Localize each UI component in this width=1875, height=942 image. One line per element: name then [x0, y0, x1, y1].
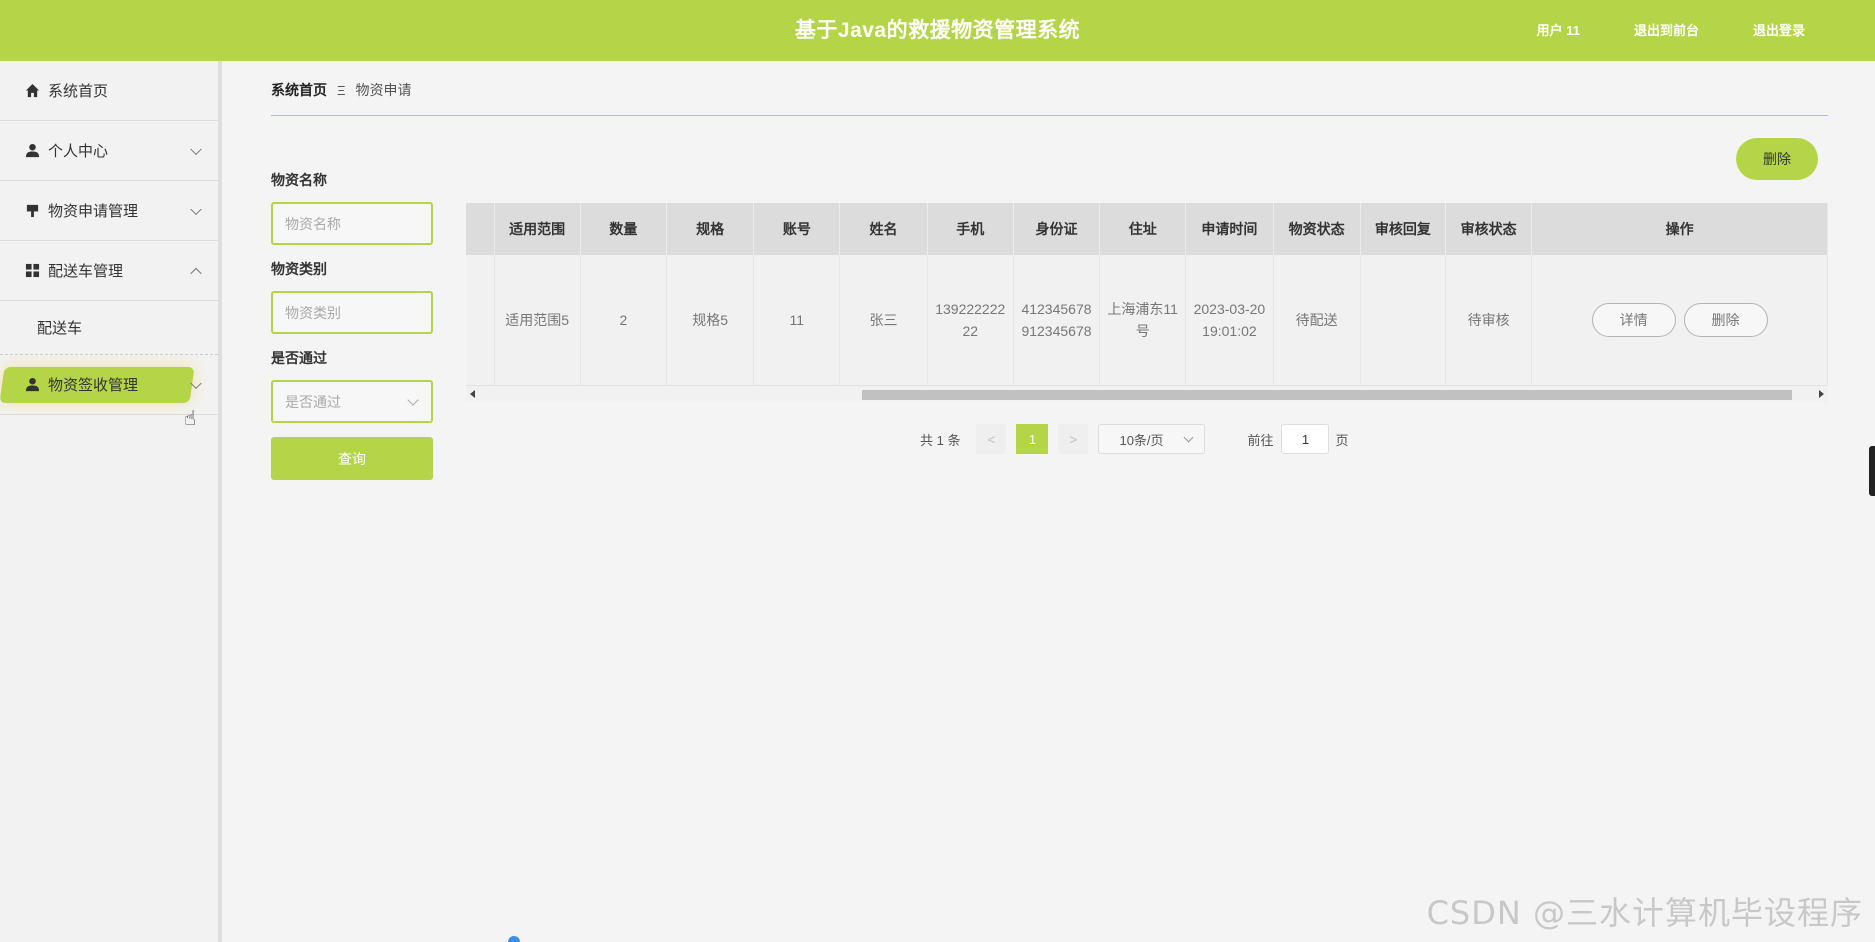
cell-idcard: 412345678912345678 [1013, 255, 1101, 385]
cell-scope: 适用范围5 [494, 255, 581, 385]
page-unit-label: 页 [1335, 432, 1349, 448]
pass-select-value: 是否通过 [285, 393, 341, 410]
header-links: 用户 11 退出到前台 退出登录 [1537, 20, 1805, 39]
cell-status: 待配送 [1273, 255, 1361, 385]
home-icon [24, 83, 40, 99]
select-column-header[interactable] [466, 203, 495, 255]
prev-page-button[interactable]: < [976, 424, 1007, 454]
sidebar-item-delivery-vehicle[interactable]: 配送车管理 [0, 241, 218, 301]
breadcrumb-home[interactable]: 系统首页 [271, 80, 327, 100]
cell-address: 上海浦东11号 [1099, 255, 1187, 385]
chevron-down-icon [1184, 432, 1194, 443]
cell-phone: 13922222222 [927, 255, 1014, 385]
top-header: 基于Java的救援物资管理系统 用户 11 退出到前台 退出登录 [0, 0, 1875, 61]
cell-reply [1360, 255, 1446, 385]
pass-label: 是否通过 [271, 350, 327, 366]
chevron-down-icon [407, 394, 419, 406]
sidebar-item-personal-center[interactable]: 个人中心 [0, 121, 218, 181]
flag-icon [24, 203, 40, 219]
user-link[interactable]: 用户 11 [1537, 20, 1580, 39]
horizontal-scrollbar[interactable] [466, 385, 1828, 402]
page-size-select[interactable]: 10条/页 [1098, 424, 1206, 454]
sidebar-item-label: 个人中心 [48, 143, 109, 160]
logout-link[interactable]: 退出登录 [1753, 20, 1805, 39]
next-page-button[interactable]: > [1058, 424, 1089, 454]
row-select-cell[interactable] [466, 255, 495, 385]
batch-delete-button[interactable]: 删除 [1736, 138, 1818, 180]
sidebar-item-label: 物资签收管理 [48, 377, 139, 394]
detail-button[interactable]: 详情 [1591, 303, 1676, 337]
goto-page-input[interactable]: 1 [1281, 424, 1330, 454]
cell-qty: 2 [580, 255, 668, 385]
pass-select[interactable]: 是否通过 [271, 380, 433, 423]
cell-spec: 规格5 [666, 255, 755, 385]
cell-name: 张三 [839, 255, 928, 385]
column-header: 审核状态 [1445, 203, 1533, 255]
column-header: 姓名 [839, 203, 928, 255]
grid-icon [24, 263, 40, 279]
pagination: 共 1 条 < 1 > 10条/页 前往 1 页 [920, 424, 1349, 454]
cell-actions: 详情 删除 [1531, 255, 1828, 385]
scroll-right-icon[interactable] [1819, 390, 1824, 398]
table-header-row: 适用范围 数量 规格 账号 姓名 手机 身份证 住址 申请时间 物资状态 审核回… [466, 203, 1828, 255]
divider [271, 115, 1828, 116]
sidebar: 系统首页 个人中心 物资申请管理 配送车管理 配送车 物资签收管理 [0, 61, 222, 942]
column-header: 适用范围 [494, 203, 581, 255]
submenu-item-delivery-vehicle[interactable]: 配送车 [0, 301, 218, 355]
side-tab[interactable] [1869, 446, 1875, 496]
column-header: 审核回复 [1360, 203, 1446, 255]
chevron-up-icon [190, 267, 202, 279]
breadcrumb: 系统首页 Ξ 物资申请 [271, 80, 411, 100]
column-header: 申请时间 [1185, 203, 1274, 255]
hand-cursor-icon: ☝ [184, 408, 197, 430]
cell-apply-time: 2023-03-20 19:01:02 [1185, 255, 1274, 385]
floating-dot [508, 936, 520, 942]
page-number-button[interactable]: 1 [1016, 424, 1049, 454]
data-table: 适用范围 数量 规格 账号 姓名 手机 身份证 住址 申请时间 物资状态 审核回… [466, 203, 1828, 402]
chevron-down-icon [190, 203, 202, 215]
search-form: 物资名称 物资名称 物资类别 物资类别 是否通过 是否通过 查询 [271, 170, 433, 480]
name-label: 物资名称 [271, 172, 327, 188]
row-delete-button[interactable]: 删除 [1683, 303, 1768, 337]
cell-account: 11 [753, 255, 841, 385]
sidebar-item-apply-management[interactable]: 物资申请管理 [0, 181, 218, 241]
goto-label: 前往 [1247, 432, 1274, 448]
user-icon [24, 377, 40, 393]
category-input[interactable]: 物资类别 [271, 291, 433, 334]
column-header: 物资状态 [1273, 203, 1361, 255]
chevron-down-icon [190, 143, 202, 155]
user-icon [24, 143, 40, 159]
column-header: 操作 [1531, 203, 1828, 255]
scroll-left-icon[interactable] [470, 390, 475, 398]
watermark: CSDN @三水计算机毕设程序 [1426, 894, 1863, 932]
scrollbar-thumb[interactable] [862, 390, 1792, 400]
sidebar-item-label: 系统首页 [48, 83, 109, 100]
sidebar-item-home[interactable]: 系统首页 [0, 61, 218, 121]
column-header: 数量 [580, 203, 668, 255]
sidebar-item-label: 物资申请管理 [48, 203, 139, 220]
cell-review: 待审核 [1445, 255, 1533, 385]
query-button[interactable]: 查询 [271, 437, 433, 480]
table-row: 适用范围5 2 规格5 11 张三 13922222222 4123456789… [466, 255, 1828, 385]
page-size-value: 10条/页 [1119, 432, 1164, 448]
column-header: 账号 [753, 203, 841, 255]
breadcrumb-current: 物资申请 [355, 82, 412, 98]
column-header: 规格 [666, 203, 755, 255]
breadcrumb-separator: Ξ [337, 82, 346, 98]
name-input[interactable]: 物资名称 [271, 202, 433, 245]
category-label: 物资类别 [271, 261, 327, 277]
back-to-frontend-link[interactable]: 退出到前台 [1634, 20, 1699, 39]
sidebar-item-label: 配送车管理 [48, 263, 124, 280]
total-count: 共 1 条 [920, 432, 961, 448]
column-header: 住址 [1099, 203, 1187, 255]
column-header: 手机 [927, 203, 1014, 255]
column-header: 身份证 [1013, 203, 1101, 255]
